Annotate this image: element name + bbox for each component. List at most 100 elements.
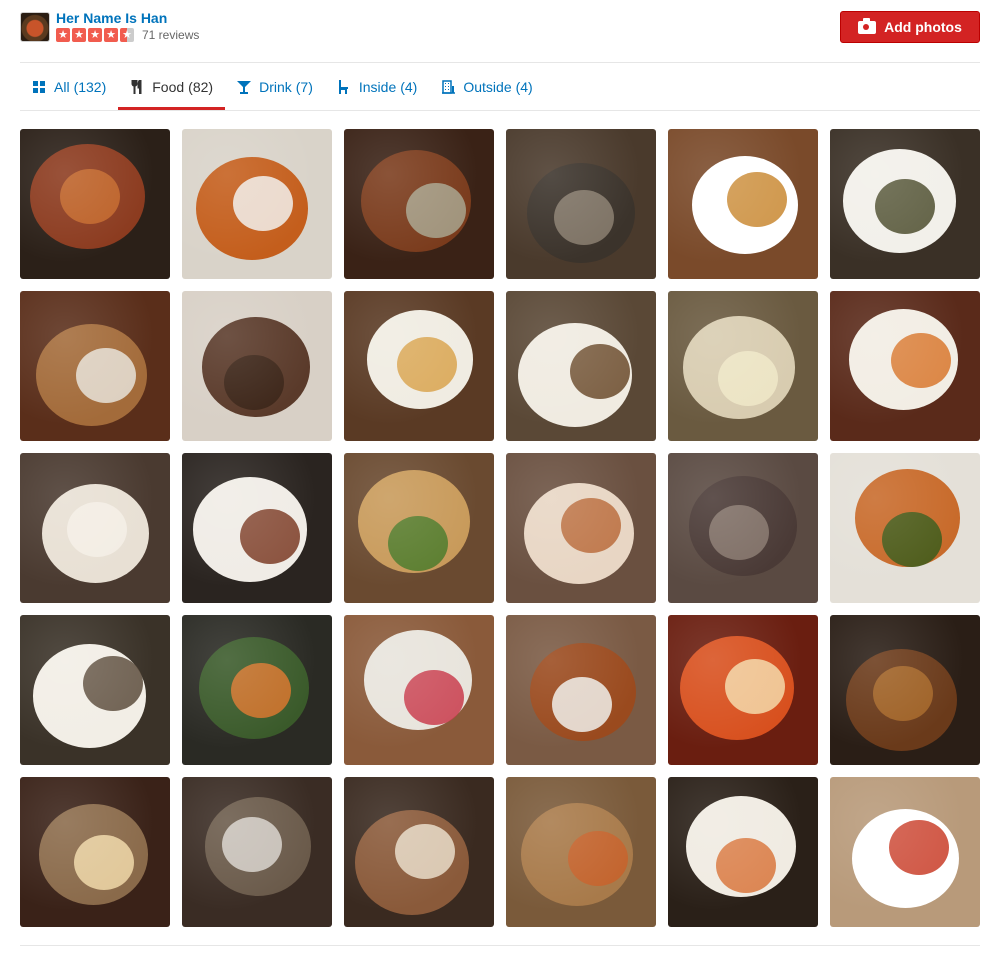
star-icon: ★ — [56, 28, 70, 42]
food-photo-thumbnail[interactable] — [182, 129, 332, 279]
food-photo-thumbnail[interactable] — [506, 129, 656, 279]
food-photo-thumbnail[interactable] — [668, 291, 818, 441]
food-photo-thumbnail[interactable] — [668, 777, 818, 927]
food-shape — [395, 824, 455, 879]
food-photo-thumbnail[interactable] — [506, 291, 656, 441]
camera-icon — [858, 17, 877, 34]
tab-all[interactable]: All (132) — [20, 64, 118, 110]
food-photo-thumbnail[interactable] — [20, 777, 170, 927]
tab-count: (132) — [73, 79, 107, 95]
star-icon: ★ — [72, 28, 86, 42]
food-shape — [570, 344, 630, 399]
divider — [20, 945, 980, 946]
dish-shape — [851, 809, 959, 909]
dish-shape — [680, 636, 794, 740]
add-photos-button[interactable]: Add photos — [840, 11, 980, 43]
food-photo-thumbnail[interactable] — [668, 129, 818, 279]
food-shape — [388, 516, 448, 571]
tab-count: (7) — [295, 79, 313, 95]
tab-label: Food — [152, 79, 185, 95]
tab-label: All — [54, 79, 70, 95]
food-photo-thumbnail[interactable] — [830, 777, 980, 927]
food-photo-thumbnail[interactable] — [668, 453, 818, 603]
tab-food[interactable]: Food (82) — [118, 64, 226, 110]
food-photo-thumbnail[interactable] — [506, 777, 656, 927]
food-photo-thumbnail[interactable] — [182, 291, 332, 441]
tab-count: (4) — [515, 79, 533, 95]
food-shape — [725, 659, 785, 714]
tab-label: Drink — [259, 79, 292, 95]
food-photo-thumbnail[interactable] — [344, 291, 494, 441]
food-shape — [240, 509, 300, 564]
cocktail-icon — [237, 80, 252, 94]
review-count: 71 reviews — [142, 28, 200, 42]
food-shape — [67, 502, 127, 557]
add-photos-label: Add photos — [884, 19, 962, 35]
dish-shape — [842, 149, 956, 253]
food-shape — [568, 831, 628, 886]
tab-outside[interactable]: Outside (4) — [429, 64, 544, 110]
dish-shape — [361, 150, 472, 252]
food-photo-thumbnail[interactable] — [344, 615, 494, 765]
business-thumbnail[interactable] — [20, 12, 50, 42]
dish-shape — [39, 804, 148, 905]
food-photo-thumbnail[interactable] — [20, 615, 170, 765]
tab-drink[interactable]: Drink (7) — [225, 64, 325, 110]
food-shape — [222, 817, 282, 872]
food-shape — [561, 498, 621, 553]
food-photo-thumbnail[interactable] — [506, 453, 656, 603]
business-header: Her Name Is Han ★ ★ ★ ★ ★ 71 reviews Add… — [20, 10, 980, 48]
dish-shape — [198, 637, 310, 739]
dish-shape — [517, 323, 632, 428]
dish-shape — [33, 644, 146, 748]
food-photo-thumbnail[interactable] — [182, 615, 332, 765]
food-shape — [716, 838, 776, 893]
dish-shape — [192, 477, 308, 582]
food-shape — [709, 505, 769, 560]
food-shape — [83, 656, 143, 711]
tab-inside[interactable]: Inside (4) — [325, 64, 429, 110]
food-photo-thumbnail[interactable] — [830, 453, 980, 603]
dish-shape — [42, 484, 149, 583]
food-photo-thumbnail[interactable] — [20, 129, 170, 279]
business-name-link[interactable]: Her Name Is Han — [56, 10, 167, 26]
food-photo-thumbnail[interactable] — [182, 453, 332, 603]
food-photo-thumbnail[interactable] — [344, 129, 494, 279]
food-photo-thumbnail[interactable] — [344, 777, 494, 927]
food-photo-thumbnail[interactable] — [506, 615, 656, 765]
food-photo-thumbnail[interactable] — [182, 777, 332, 927]
food-photo-thumbnail[interactable] — [20, 291, 170, 441]
dish-shape — [364, 630, 473, 730]
food-photo-thumbnail[interactable] — [830, 129, 980, 279]
dish-shape — [36, 324, 147, 426]
photo-category-tabs: All (132) Food (82) Drink (7) Inside (4)… — [20, 64, 980, 110]
food-shape — [74, 835, 134, 890]
dish-shape — [30, 144, 145, 249]
food-photo-thumbnail[interactable] — [830, 615, 980, 765]
dish-shape — [848, 309, 958, 410]
tab-count: (4) — [400, 79, 418, 95]
food-shape — [554, 190, 614, 245]
dish-shape — [686, 796, 796, 897]
food-shape — [875, 179, 935, 234]
food-shape — [891, 333, 951, 388]
food-shape — [76, 348, 136, 403]
half-star-icon: ★ — [120, 28, 134, 42]
food-shape — [873, 666, 933, 721]
food-shape — [889, 820, 949, 875]
food-photo-thumbnail[interactable] — [20, 453, 170, 603]
divider — [20, 62, 980, 63]
dish-shape — [854, 469, 960, 567]
food-photo-thumbnail[interactable] — [344, 453, 494, 603]
food-photo-thumbnail[interactable] — [830, 291, 980, 441]
food-shape — [882, 512, 942, 567]
building-icon — [441, 80, 455, 94]
chair-icon — [337, 80, 351, 94]
food-photo-thumbnail[interactable] — [668, 615, 818, 765]
grid-icon — [32, 80, 46, 94]
food-shape — [406, 183, 466, 238]
tab-count: (82) — [188, 79, 214, 95]
food-shape — [397, 337, 457, 392]
star-icon: ★ — [88, 28, 102, 42]
dish-shape — [523, 483, 634, 585]
